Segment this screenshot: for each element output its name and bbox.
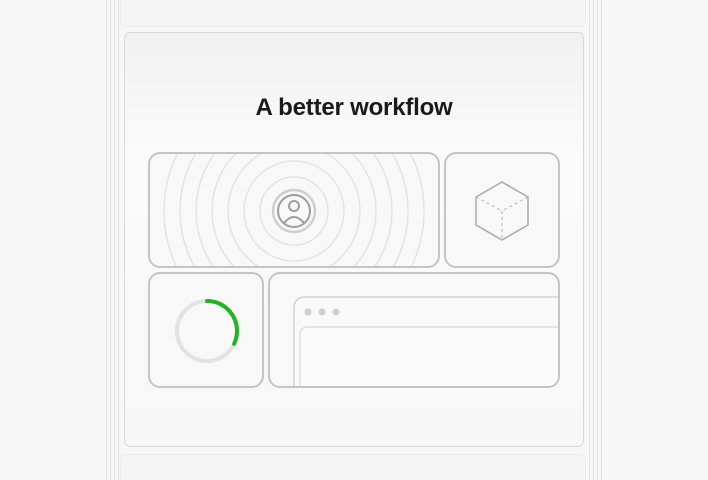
tile-cube — [444, 152, 560, 268]
tile-avatar — [148, 152, 440, 268]
progress-ring — [175, 299, 239, 363]
rail-line — [114, 0, 115, 480]
rail-line — [118, 0, 119, 480]
rail-line — [110, 0, 111, 480]
rail-line — [106, 0, 107, 480]
headline: A better workflow — [255, 94, 453, 121]
browser-window-icon — [293, 296, 558, 386]
rail-line — [597, 0, 598, 480]
cube-icon — [475, 181, 529, 241]
user-avatar-icon — [163, 154, 425, 266]
rail-line — [593, 0, 594, 480]
stacked-card-top — [120, 0, 586, 27]
tile-progress — [148, 272, 264, 388]
stacked-card-bottom — [120, 454, 586, 480]
stage: A better workflow — [0, 0, 708, 480]
tile-browser — [268, 272, 560, 388]
rail-line — [589, 0, 590, 480]
rail-line — [601, 0, 602, 480]
